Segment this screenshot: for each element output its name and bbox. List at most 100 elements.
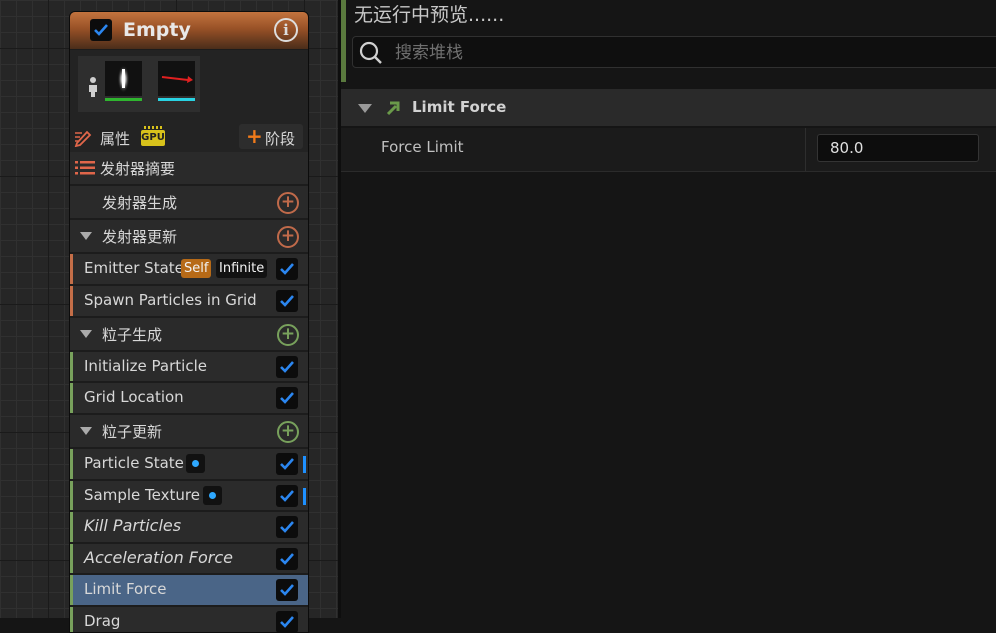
module-label: Drag: [84, 612, 121, 630]
sprite-renderer-thumbnail[interactable]: [105, 61, 142, 96]
module-kill-particles[interactable]: Kill Particles: [70, 510, 308, 542]
module-emitter-state[interactable]: Emitter State Self Infinite: [70, 252, 308, 284]
thumbnail-group: [78, 56, 200, 112]
emitter-summary-row[interactable]: 发射器摘要: [70, 152, 308, 184]
module-color-bar: [70, 254, 73, 284]
module-color-bar: [70, 575, 73, 605]
thumbnail-strip: [70, 50, 308, 120]
data-interface-dot-icon: [203, 486, 222, 505]
stack-search-box[interactable]: [352, 36, 996, 68]
category-color-bar: [341, 0, 346, 82]
force-limit-row: Force Limit: [341, 128, 996, 172]
debug-indicator: [303, 456, 306, 473]
checkmark-icon: [280, 553, 294, 565]
add-stage-button[interactable]: + 阶段: [239, 124, 303, 149]
module-initialize-particle[interactable]: Initialize Particle: [70, 350, 308, 382]
emitter-enable-checkbox[interactable]: [90, 19, 112, 41]
graph-canvas[interactable]: Empty i 属性 GPU + 阶段 发射器摘要 发射器生成 + 发射器更新 …: [0, 0, 338, 633]
module-sample-texture[interactable]: Sample Texture: [70, 479, 308, 511]
module-color-bar: [70, 352, 73, 382]
force-limit-input[interactable]: [817, 134, 979, 162]
checkmark-icon: [280, 392, 294, 404]
module-label: Kill Particles: [84, 516, 182, 535]
add-module-button[interactable]: +: [277, 421, 299, 443]
column-divider[interactable]: [805, 128, 806, 171]
module-enable-checkbox[interactable]: [276, 579, 298, 601]
emitter-summary-label: 发射器摘要: [100, 160, 176, 178]
module-arrow-icon: [386, 101, 400, 116]
section-particle-spawn[interactable]: 粒子生成 +: [70, 316, 308, 350]
checkmark-icon: [280, 295, 294, 307]
sprite-renderer-indicator: [105, 98, 142, 101]
section-emitter-update[interactable]: 发射器更新 +: [70, 218, 308, 252]
module-label: Particle State: [84, 454, 184, 472]
module-label: Emitter State: [84, 259, 184, 277]
category-label: Limit Force: [412, 98, 507, 116]
checkmark-icon: [280, 361, 294, 373]
collapse-arrow-icon[interactable]: [80, 232, 92, 240]
limit-force-category-header[interactable]: Limit Force: [341, 89, 996, 126]
plus-icon: +: [246, 124, 263, 148]
module-spawn-particles-in-grid[interactable]: Spawn Particles in Grid: [70, 284, 308, 316]
collapse-arrow-icon[interactable]: [358, 104, 372, 113]
self-badge: Self: [181, 259, 212, 278]
pencil-icon: [74, 130, 92, 147]
checkmark-icon: [280, 521, 294, 533]
module-enable-checkbox[interactable]: [276, 387, 298, 409]
add-module-button[interactable]: +: [277, 192, 299, 214]
module-label: Spawn Particles in Grid: [84, 291, 257, 309]
gpu-badge: GPU: [141, 126, 165, 146]
force-limit-label: Force Limit: [381, 138, 464, 156]
checkmark-icon: [280, 584, 294, 596]
checkmark-icon: [94, 24, 108, 36]
module-enable-checkbox[interactable]: [276, 548, 298, 570]
properties-row[interactable]: 属性 GPU + 阶段: [70, 120, 308, 152]
info-icon[interactable]: i: [274, 18, 298, 42]
search-input[interactable]: [393, 40, 996, 66]
module-limit-force[interactable]: Limit Force: [70, 573, 308, 605]
module-enable-checkbox[interactable]: [276, 356, 298, 378]
module-enable-checkbox[interactable]: [276, 611, 298, 632]
module-color-bar: [70, 607, 73, 632]
section-label: 发射器生成: [102, 194, 178, 212]
module-color-bar: [70, 544, 73, 574]
infinite-badge: Infinite: [216, 259, 268, 278]
debug-indicator: [303, 488, 306, 505]
list-icon: [75, 161, 95, 175]
emitter-node[interactable]: Empty i 属性 GPU + 阶段 发射器摘要 发射器生成 + 发射器更新 …: [69, 11, 309, 633]
module-particle-state[interactable]: Particle State: [70, 447, 308, 479]
section-label: 发射器更新: [102, 228, 178, 246]
module-enable-checkbox[interactable]: [276, 290, 298, 312]
ribbon-renderer-indicator: [158, 98, 195, 101]
section-label: 粒子更新: [102, 423, 163, 441]
add-module-button[interactable]: +: [277, 226, 299, 248]
collapse-arrow-icon[interactable]: [80, 330, 92, 338]
person-icon: [89, 77, 97, 97]
preview-status-text: 无运行中预览......: [354, 4, 505, 26]
section-particle-update[interactable]: 粒子更新 +: [70, 413, 308, 447]
module-drag[interactable]: Drag: [70, 605, 308, 632]
module-enable-checkbox[interactable]: [276, 258, 298, 280]
sprite-glow-icon: [117, 65, 130, 93]
module-acceleration-force[interactable]: Acceleration Force: [70, 542, 308, 574]
module-label: Initialize Particle: [84, 357, 207, 375]
module-enable-checkbox[interactable]: [276, 516, 298, 538]
add-module-button[interactable]: +: [277, 324, 299, 346]
checkmark-icon: [280, 263, 294, 275]
node-title: Empty: [123, 19, 191, 41]
section-emitter-spawn[interactable]: 发射器生成 +: [70, 184, 308, 218]
selection-panel: 无运行中预览...... Limit Force Force Limit: [341, 0, 996, 618]
module-label: Grid Location: [84, 388, 184, 406]
module-color-bar: [70, 286, 73, 316]
stage-label: 阶段: [265, 130, 296, 148]
module-label: Sample Texture: [84, 486, 200, 504]
data-interface-dot-icon: [186, 454, 205, 473]
module-label: Acceleration Force: [84, 548, 233, 567]
module-grid-location[interactable]: Grid Location: [70, 381, 308, 413]
module-enable-checkbox[interactable]: [276, 453, 298, 475]
ribbon-renderer-thumbnail[interactable]: [158, 61, 195, 96]
node-header[interactable]: Empty i: [70, 12, 308, 49]
module-enable-checkbox[interactable]: [276, 485, 298, 507]
checkmark-icon: [280, 458, 294, 470]
collapse-arrow-icon[interactable]: [80, 427, 92, 435]
